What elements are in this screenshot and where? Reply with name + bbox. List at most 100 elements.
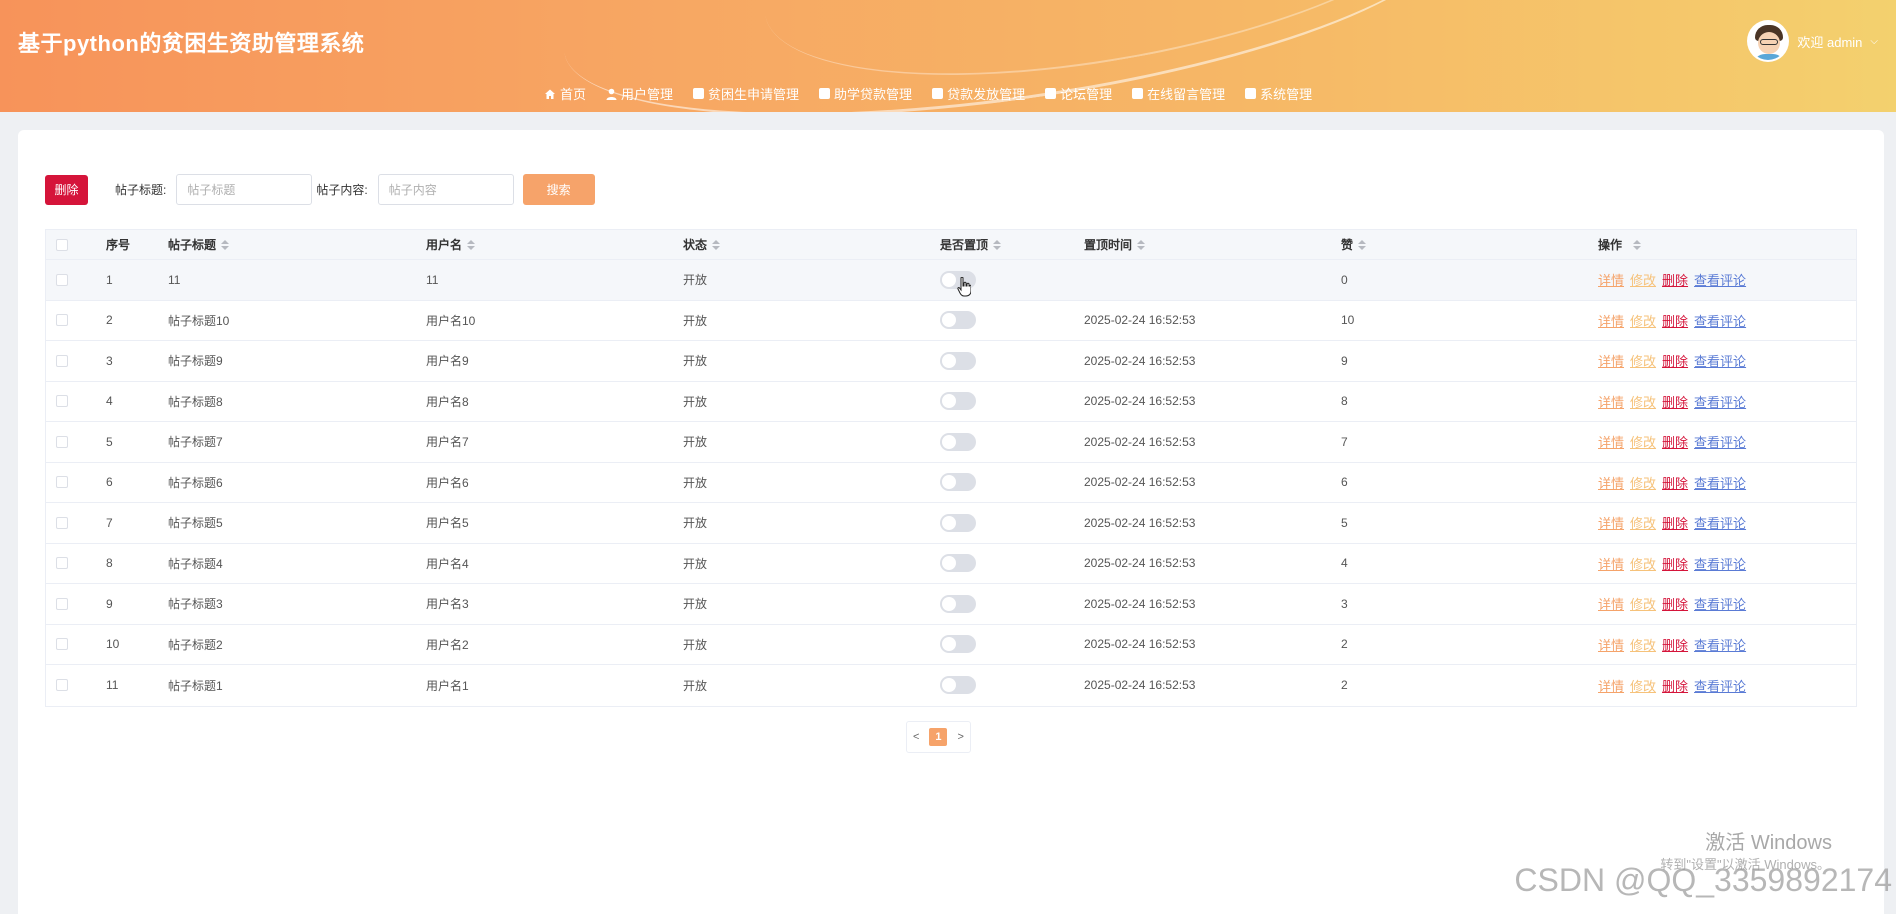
detail-link[interactable]: 详情 <box>1598 311 1624 330</box>
table-row[interactable]: 11 帖子标题1 用户名1 开放 2025-02-24 16:52:53 2 详情 修改 删除查… <box>46 665 1856 706</box>
row-checkbox[interactable] <box>56 516 68 529</box>
table-row[interactable]: 5 帖子标题7 用户名7 开放 2025-02-24 16:52:53 7 详情 修改 删除 查看… <box>46 422 1856 463</box>
column-header-pinned[interactable]: 是否置顶 <box>940 230 1002 259</box>
select-all-checkbox[interactable] <box>56 238 68 251</box>
delete-link[interactable]: 删除 <box>1662 513 1688 532</box>
column-header-username[interactable]: 用户名 <box>426 230 476 259</box>
column-header-status[interactable]: 状态 <box>683 230 721 259</box>
edit-link[interactable]: 修改 <box>1630 594 1656 613</box>
chevron-down-icon[interactable]: ⌵ <box>1870 36 1878 47</box>
sort-icon[interactable] <box>1358 239 1367 251</box>
table-row[interactable]: 6 帖子标题6 用户名6 开放 2025-02-24 16:52:53 6 详情 修改 删除 查看… <box>46 463 1856 503</box>
view-comments-link[interactable]: 查看评论 <box>1694 554 1746 573</box>
nav-label[interactable]: 系统管理 <box>1260 84 1312 103</box>
pin-toggle[interactable] <box>940 392 976 411</box>
pin-toggle[interactable] <box>940 676 976 695</box>
nav-label[interactable]: 在线留言管理 <box>1147 84 1225 103</box>
view-comments-link[interactable]: 查看评论 <box>1694 311 1746 330</box>
nav-item-1[interactable]: 用户管理 <box>606 84 673 103</box>
row-checkbox[interactable] <box>56 476 68 489</box>
next-page-button[interactable]: > <box>957 731 963 743</box>
sort-icon[interactable] <box>221 239 230 251</box>
delete-link[interactable]: 删除 <box>1662 635 1688 654</box>
edit-link[interactable]: 修改 <box>1630 676 1656 695</box>
delete-link[interactable]: 删除 <box>1662 351 1688 370</box>
batch-delete-button[interactable]: 删除 <box>45 174 88 205</box>
edit-link[interactable]: 修改 <box>1630 473 1656 492</box>
delete-link[interactable]: 删除 <box>1662 676 1688 695</box>
nav-label[interactable]: 论坛管理 <box>1060 84 1112 103</box>
row-checkbox[interactable] <box>56 557 68 570</box>
delete-link[interactable]: 删除 <box>1662 554 1688 573</box>
nav-item-6[interactable]: 在线留言管理 <box>1132 84 1225 103</box>
nav-label[interactable]: 贷款发放管理 <box>947 84 1025 103</box>
detail-link[interactable]: 详情 <box>1598 594 1624 613</box>
pin-toggle[interactable] <box>940 473 976 492</box>
pin-toggle[interactable] <box>940 594 976 613</box>
nav-item-2[interactable]: 贫困生申请管理 <box>693 84 799 103</box>
column-header-title[interactable]: 帖子标题 <box>168 230 230 259</box>
nav-label[interactable]: 用户管理 <box>621 84 673 103</box>
delete-link[interactable]: 删除 <box>1662 473 1688 492</box>
table-row[interactable]: 8 帖子标题4 用户名4 开放 2025-02-24 16:52:53 4 详情 修改 删除 查看… <box>46 544 1856 584</box>
row-checkbox[interactable] <box>56 395 68 408</box>
view-comments-link[interactable]: 查看评论 <box>1694 676 1746 695</box>
view-comments-link[interactable]: 查看评论 <box>1694 635 1746 654</box>
title-search-input[interactable] <box>176 174 313 205</box>
detail-link[interactable]: 详情 <box>1598 392 1624 411</box>
view-comments-link[interactable]: 查看评论 <box>1694 392 1746 411</box>
detail-link[interactable]: 详情 <box>1598 432 1624 451</box>
view-comments-link[interactable]: 查看评论 <box>1694 513 1746 532</box>
page-number-current[interactable]: 1 <box>929 728 948 746</box>
user-menu[interactable]: 欢迎 admin ⌵ <box>1747 20 1878 62</box>
sort-icon[interactable] <box>993 239 1002 251</box>
pin-toggle[interactable] <box>940 351 976 370</box>
row-checkbox[interactable] <box>56 597 68 610</box>
edit-link[interactable]: 修改 <box>1630 311 1656 330</box>
sort-icon[interactable] <box>1137 239 1146 251</box>
pin-toggle[interactable] <box>940 513 976 532</box>
edit-link[interactable]: 修改 <box>1630 351 1656 370</box>
detail-link[interactable]: 详情 <box>1598 635 1624 654</box>
table-row[interactable]: 4 帖子标题8 用户名8 开放 2025-02-24 16:52:53 8 详情 修改 删除 查看… <box>46 382 1856 422</box>
detail-link[interactable]: 详情 <box>1598 351 1624 370</box>
view-comments-link[interactable]: 查看评论 <box>1694 594 1746 613</box>
prev-page-button[interactable]: < <box>913 731 919 743</box>
pin-toggle[interactable] <box>940 432 976 451</box>
column-header-pin-time[interactable]: 置顶时间 <box>1084 230 1146 259</box>
edit-link[interactable]: 修改 <box>1630 513 1656 532</box>
row-checkbox[interactable] <box>56 273 68 286</box>
detail-link[interactable]: 详情 <box>1598 473 1624 492</box>
nav-label[interactable]: 助学贷款管理 <box>834 84 912 103</box>
detail-link[interactable]: 详情 <box>1598 676 1624 695</box>
nav-label[interactable]: 首页 <box>560 84 586 103</box>
pin-toggle[interactable] <box>940 635 976 654</box>
column-header-likes[interactable]: 赞 <box>1341 230 1367 259</box>
edit-link[interactable]: 修改 <box>1630 635 1656 654</box>
row-checkbox[interactable] <box>56 638 68 651</box>
delete-link[interactable]: 删除 <box>1662 270 1688 289</box>
pin-toggle[interactable] <box>940 554 976 573</box>
delete-link[interactable]: 删除 <box>1662 594 1688 613</box>
edit-link[interactable]: 修改 <box>1630 270 1656 289</box>
detail-link[interactable]: 详情 <box>1598 513 1624 532</box>
nav-item-5[interactable]: 论坛管理 <box>1045 84 1112 103</box>
welcome-text[interactable]: 欢迎 admin <box>1797 32 1862 51</box>
nav-label[interactable]: 贫困生申请管理 <box>708 84 799 103</box>
row-checkbox[interactable] <box>56 354 68 367</box>
edit-link[interactable]: 修改 <box>1630 554 1656 573</box>
detail-link[interactable]: 详情 <box>1598 270 1624 289</box>
view-comments-link[interactable]: 查看评论 <box>1694 351 1746 370</box>
view-comments-link[interactable]: 查看评论 <box>1694 473 1746 492</box>
delete-link[interactable]: 删除 <box>1662 311 1688 330</box>
nav-item-3[interactable]: 助学贷款管理 <box>819 84 912 103</box>
table-row[interactable]: 7 帖子标题5 用户名5 开放 2025-02-24 16:52:53 5 详情 修改 删除 查看… <box>46 503 1856 544</box>
row-checkbox[interactable] <box>56 435 68 448</box>
table-row[interactable]: 1 11 11 开放 0 详情 修改 删除 查看评论 <box>46 260 1856 301</box>
avatar[interactable] <box>1747 20 1790 62</box>
content-search-input[interactable] <box>377 174 514 205</box>
column-header-actions[interactable]: 操作 <box>1598 230 1642 259</box>
edit-link[interactable]: 修改 <box>1630 432 1656 451</box>
nav-item-7[interactable]: 系统管理 <box>1245 84 1312 103</box>
pin-toggle[interactable] <box>940 311 976 330</box>
